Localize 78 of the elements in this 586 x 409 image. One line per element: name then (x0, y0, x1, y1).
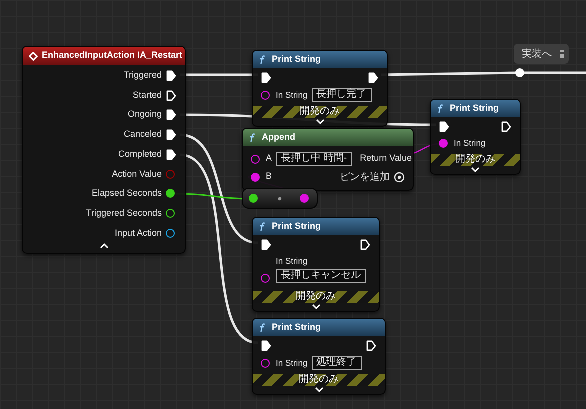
exec-pin-icon[interactable] (366, 340, 377, 352)
node-title: Print String (272, 320, 321, 334)
data-pin-icon[interactable] (261, 274, 270, 283)
development-only-banner: 開発のみ (253, 106, 387, 118)
exec-pin-icon[interactable] (261, 340, 272, 352)
pin-label: In String (454, 137, 486, 150)
graph-node[interactable]: EnhancedInputAction IA_Restart Triggered Started Ongoing Canceled Completed Action Value Elapsed Seconds Triggered Seconds Input Action (22, 46, 186, 254)
pin-label: In String (276, 88, 308, 102)
node-title: Print String (272, 220, 321, 233)
node-title: Print String (272, 52, 321, 66)
chevron-icon (471, 166, 480, 173)
conversion-node[interactable] (242, 188, 318, 209)
pin-label: Action Value (112, 168, 162, 181)
pin-label: Input Action (114, 226, 162, 240)
pin-label: B (266, 170, 272, 184)
development-only-banner: 開発のみ (253, 290, 379, 303)
node-title: Append (262, 130, 296, 144)
graph-node[interactable]: Print String In String 長押しキャンセル 開発のみ (252, 217, 380, 312)
data-pin-icon[interactable] (166, 209, 175, 218)
exec-pin-icon[interactable] (166, 148, 177, 161)
comment-bubble[interactable]: 実装へ (514, 44, 569, 64)
reroute-node[interactable] (516, 68, 524, 78)
function-icon (259, 322, 266, 332)
string-input-field[interactable]: 処理終了 (312, 356, 362, 370)
add-pin-button[interactable]: ピンを追加 (340, 170, 405, 184)
pin-label: Elapsed Seconds (92, 187, 162, 200)
exec-pin-icon[interactable] (261, 72, 272, 84)
data-pin-icon[interactable] (300, 194, 309, 203)
exec-pin-icon[interactable] (166, 128, 177, 141)
graph-node[interactable]: Print String In String 処理終了 開発のみ (252, 318, 386, 395)
string-input-field[interactable]: 長押し完了 (312, 88, 372, 102)
pin-label: Completed (118, 148, 162, 161)
development-only-banner: 開発のみ (253, 374, 385, 386)
string-input-field[interactable]: 長押しキャンセル (276, 268, 366, 283)
development-only-banner: 開発のみ (431, 154, 520, 166)
pin-label: Started (132, 88, 162, 102)
data-pin-icon[interactable] (251, 154, 260, 164)
data-pin-icon[interactable] (261, 358, 270, 368)
function-icon (249, 132, 256, 142)
exec-pin-icon[interactable] (261, 239, 272, 251)
chevron-icon (316, 119, 324, 125)
exec-pin-icon[interactable] (166, 70, 177, 82)
add-circle-icon (394, 172, 405, 182)
pin-label: Canceled (124, 128, 162, 142)
pin-label: Triggered (124, 69, 162, 82)
pin-label: A (266, 152, 272, 166)
string-input-field[interactable]: 長押し中 時間- (276, 152, 352, 166)
exec-pin-icon[interactable] (360, 239, 371, 251)
exec-pin-icon[interactable] (166, 109, 177, 122)
chevron-icon (312, 304, 320, 310)
event-diamond-icon (29, 52, 38, 60)
function-icon (259, 222, 266, 232)
data-pin-icon[interactable] (439, 138, 448, 148)
exec-pin-icon[interactable] (166, 90, 177, 102)
exec-pin-icon[interactable] (368, 72, 379, 84)
pin-toggle-icon[interactable] (560, 49, 565, 59)
function-icon (259, 54, 266, 64)
exec-pin-icon[interactable] (439, 121, 450, 133)
graph-node[interactable]: Print String In String 開発のみ (430, 99, 521, 175)
pin-label: Return Value (360, 152, 412, 166)
data-pin-icon[interactable] (261, 90, 270, 100)
function-icon (437, 104, 444, 114)
pin-label: In String (276, 255, 309, 268)
data-pin-icon[interactable] (249, 194, 258, 203)
data-pin-icon[interactable] (251, 172, 260, 182)
exec-pin-icon[interactable] (501, 121, 512, 133)
collapse-chevron-icon (100, 243, 108, 250)
dot-icon (278, 196, 282, 200)
node-title: EnhancedInputAction IA_Restart (42, 49, 183, 62)
pin-label: Triggered Seconds (86, 206, 162, 220)
data-pin-icon[interactable] (166, 228, 175, 238)
node-title: Print String (450, 102, 499, 115)
chevron-icon (314, 387, 324, 393)
graph-node[interactable]: Append A 長押し中 時間- Return Value B ピンを追加 (242, 128, 414, 191)
data-pin-icon[interactable] (166, 189, 175, 198)
pin-label: In String (276, 356, 308, 370)
pin-label: Ongoing (128, 108, 162, 122)
graph-node[interactable]: Print String In String 長押し完了 開発のみ (252, 50, 388, 127)
